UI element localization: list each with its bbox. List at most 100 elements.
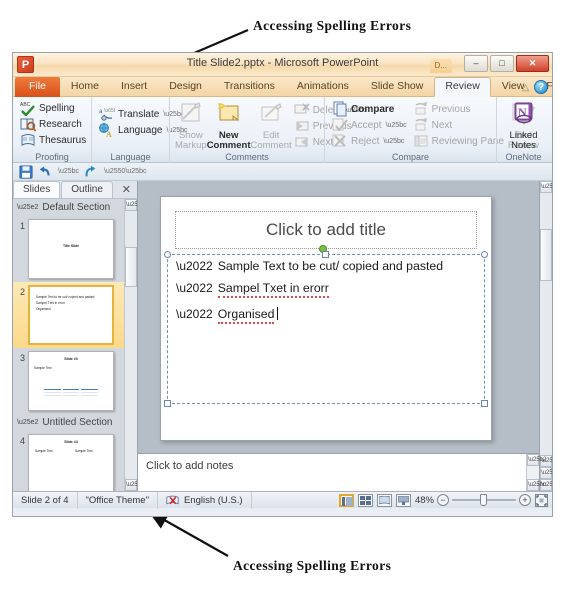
save-icon[interactable]	[19, 164, 33, 179]
zoom-slider-track[interactable]	[452, 494, 516, 506]
slide-thumb-canvas: Title Slide	[28, 219, 114, 279]
body-bullet-list: \u2022 Sample Text to be cut/ copied and…	[168, 255, 484, 324]
compare-button[interactable]: Compare	[330, 101, 411, 117]
scroll-track-lower[interactable]	[125, 287, 137, 479]
scroll-down-button[interactable]: \u25bc	[125, 479, 137, 491]
slide-counter[interactable]: Slide 2 of 4	[13, 491, 78, 509]
zoom-level-label[interactable]: 48%	[415, 495, 434, 506]
close-button[interactable]: ✕	[516, 55, 549, 72]
linked-notes-button[interactable]: N Linked Notes	[502, 100, 545, 151]
fit-to-window-button[interactable]	[535, 493, 548, 507]
svg-text:a: a	[99, 109, 103, 115]
slide-thumbnail-3[interactable]: 3 Slide #3 Sample Text	[13, 348, 124, 414]
language-status[interactable]: English (U.S.)	[158, 491, 252, 509]
slide-thumbnail-list[interactable]: \u25e2 Default Section 1 Title Slide 2 S…	[13, 199, 137, 491]
slide-canvas-area[interactable]: Click to add title \u2022 Sample Text to…	[138, 181, 539, 453]
slide-scroll-track-lower[interactable]	[540, 281, 552, 455]
slide-sorter-button[interactable]	[357, 493, 373, 507]
section-header-default[interactable]: \u25e2 Default Section	[13, 199, 124, 216]
chevron-down-icon[interactable]: \u25bc	[383, 138, 404, 145]
scroll-track-upper[interactable]	[125, 211, 137, 247]
resize-handle-br[interactable]	[481, 400, 488, 407]
title-placeholder-text: Click to add title	[266, 220, 386, 239]
resize-handle-tr[interactable]	[481, 251, 488, 258]
body-placeholder[interactable]: \u2022 Sample Text to be cut/ copied and…	[164, 251, 488, 407]
slide-thumbnail-1[interactable]: 1 Title Slide	[13, 216, 124, 282]
zoom-slider-thumb[interactable]	[480, 494, 487, 506]
resize-handle-tl[interactable]	[164, 251, 171, 258]
undo-icon[interactable]	[38, 165, 52, 179]
reading-view-button[interactable]	[376, 493, 392, 507]
tab-file[interactable]: File	[15, 77, 60, 97]
chevron-down-icon[interactable]: \u25bc	[386, 122, 407, 129]
redo-icon[interactable]	[84, 165, 98, 179]
restore-button[interactable]: □	[490, 55, 514, 72]
research-button[interactable]: Research	[18, 116, 90, 132]
slide-thumb-canvas: Slide #4 Sample Text Sample Text	[28, 434, 114, 491]
edit-comment-button[interactable]: Edit Comment	[251, 100, 292, 151]
contextual-tab-label[interactable]: D...	[429, 59, 452, 73]
previous-change-button[interactable]: Previous	[411, 101, 508, 117]
collapse-triangle-icon[interactable]: \u25e2	[17, 204, 38, 211]
notes-scroll-up-button[interactable]: \u25b2	[527, 454, 546, 466]
previous-slide-button[interactable]: \u25b2	[540, 467, 552, 479]
next-change-icon	[413, 117, 429, 133]
current-slide[interactable]: Click to add title \u2022 Sample Text to…	[160, 196, 492, 441]
slides-panel-scrollbar[interactable]: \u25b2 \u25bc	[124, 199, 137, 491]
svg-text:A: A	[106, 130, 112, 138]
tab-animations[interactable]: Animations	[286, 77, 360, 97]
tab-home[interactable]: Home	[60, 77, 110, 97]
bullet-dot-icon: \u2022	[176, 281, 213, 295]
thesaurus-button[interactable]: Thesaurus	[18, 132, 90, 148]
help-icon[interactable]: ?	[534, 80, 548, 94]
normal-view-button[interactable]	[338, 493, 354, 507]
new-comment-button[interactable]: New Comment	[207, 100, 251, 151]
ribbon-group-proofing: ABC Spelling Research Thesaurus Proofing	[13, 97, 91, 163]
slide-thumbnail-2[interactable]: 2 Sample Text to be cut/ copied and past…	[13, 282, 124, 348]
tab-transitions[interactable]: Transitions	[213, 77, 286, 97]
notes-scrollbar[interactable]: \u25b2 \u25bc	[526, 454, 546, 491]
reject-button[interactable]: Reject \u25bc	[330, 133, 411, 149]
slide-scroll-track-upper[interactable]	[540, 193, 552, 229]
slide-scroll-up-button[interactable]: \u25b2	[540, 181, 552, 193]
notes-pane[interactable]: Click to add notes \u25b2 \u25bc	[138, 453, 546, 491]
undo-dropdown-icon[interactable]: \u25bc	[58, 168, 79, 175]
spelling-button[interactable]: ABC Spelling	[18, 100, 90, 117]
resize-handle-tc[interactable]	[322, 251, 329, 258]
resize-handle-bl[interactable]	[164, 400, 171, 407]
slide-scroll-thumb[interactable]	[540, 229, 552, 281]
reviewing-pane-button[interactable]: Reviewing Pane	[411, 133, 508, 149]
slideshow-button[interactable]	[395, 493, 411, 507]
quick-access-toolbar: \u25bc \u2550\u25bc	[13, 163, 552, 181]
new-comment-label-2: Comment	[206, 140, 251, 151]
slide-area-scrollbar[interactable]: \u25b2 \u25bc \u25b2 \u25bc	[539, 181, 552, 491]
title-placeholder[interactable]: Click to add title	[175, 211, 477, 249]
tab-insert[interactable]: Insert	[110, 77, 158, 97]
spelling-errors-icon[interactable]	[166, 494, 179, 507]
scroll-thumb[interactable]	[125, 247, 137, 287]
zoom-in-button[interactable]: +	[519, 494, 531, 506]
customize-qat-icon[interactable]: \u2550\u25bc	[104, 168, 146, 175]
tab-design[interactable]: Design	[158, 77, 213, 97]
section-header-untitled[interactable]: \u25e2 Untitled Section	[13, 414, 124, 431]
minimize-ribbon-icon[interactable]: △	[522, 82, 529, 93]
tab-slides[interactable]: Slides	[13, 181, 61, 198]
tab-review[interactable]: Review	[434, 77, 491, 97]
tab-slide-show[interactable]: Slide Show	[360, 77, 435, 97]
show-markup-button[interactable]: Show Markup	[175, 100, 207, 151]
scroll-up-button[interactable]: \u25b2	[125, 199, 137, 211]
collapse-triangle-icon[interactable]: \u25e2	[17, 419, 38, 426]
notes-scroll-down-button[interactable]: \u25bc	[527, 479, 546, 491]
bullet-text: Sample Text to be cut/ copied and pasted	[217, 259, 444, 273]
notes-placeholder[interactable]: Click to add notes	[138, 454, 526, 491]
accept-button[interactable]: Accept \u25bc	[330, 117, 411, 133]
slide-thumbnail-4[interactable]: 4 Slide #4 Sample Text Sample Text	[13, 431, 124, 491]
slide-number: 4	[19, 436, 25, 446]
tab-outline[interactable]: Outline	[61, 181, 113, 198]
close-panel-icon[interactable]: ✕	[118, 182, 137, 198]
accept-icon	[332, 117, 348, 133]
theme-name[interactable]: "Office Theme"	[78, 491, 158, 509]
zoom-out-button[interactable]: −	[437, 494, 449, 506]
minimize-button[interactable]: –	[464, 55, 488, 72]
next-change-button[interactable]: Next	[411, 117, 508, 133]
